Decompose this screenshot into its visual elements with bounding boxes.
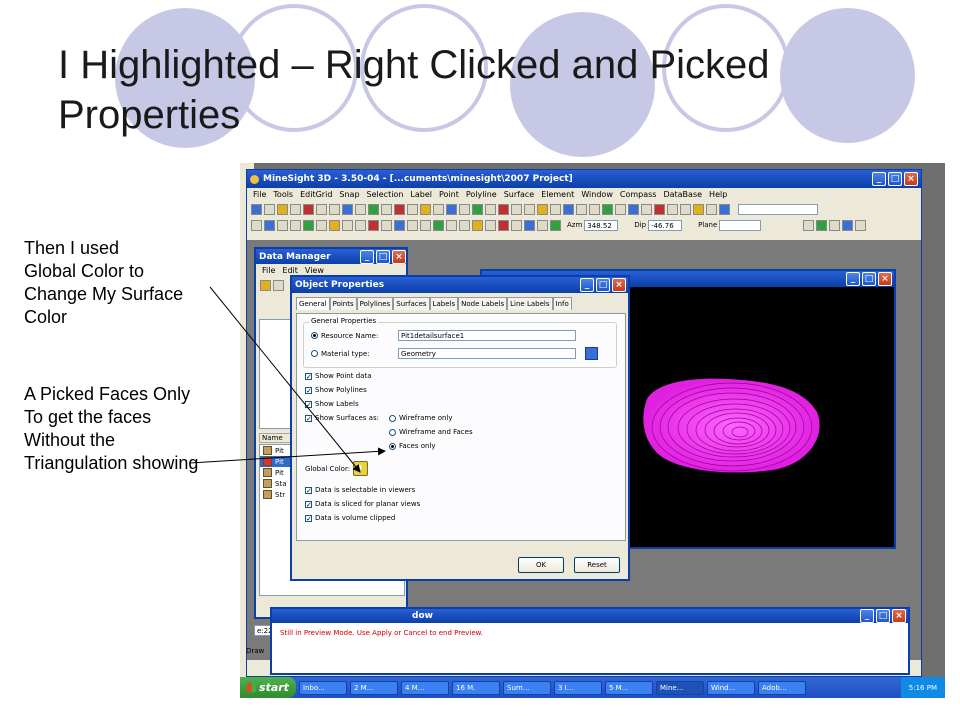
arrow-to-global-color [209, 286, 361, 473]
arrow-to-faces-only [189, 447, 386, 464]
annotation-arrows [189, 286, 386, 473]
